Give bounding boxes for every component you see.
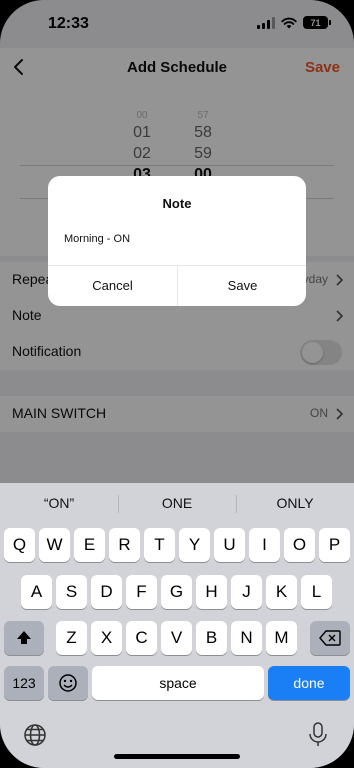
emoji-icon (59, 674, 77, 692)
numbers-key[interactable]: 123 (4, 666, 44, 700)
shift-key[interactable] (4, 621, 44, 655)
key[interactable]: T (144, 528, 175, 562)
suggestion[interactable]: “ON” (0, 495, 118, 511)
key[interactable]: V (161, 621, 192, 655)
key[interactable]: Q (4, 528, 35, 562)
key[interactable]: S (56, 575, 87, 609)
key[interactable]: W (39, 528, 70, 562)
key[interactable]: Z (56, 621, 87, 655)
key[interactable]: O (284, 528, 315, 562)
key[interactable]: J (231, 575, 262, 609)
key[interactable]: L (301, 575, 332, 609)
note-input[interactable]: Morning - ON (64, 233, 130, 245)
shift-icon (17, 631, 31, 644)
backspace-icon (319, 630, 341, 646)
key[interactable]: B (196, 621, 227, 655)
cancel-button[interactable]: Cancel (48, 265, 177, 306)
key[interactable]: K (266, 575, 297, 609)
key[interactable]: H (196, 575, 227, 609)
suggestion[interactable]: ONE (118, 495, 236, 511)
key[interactable]: M (266, 621, 297, 655)
key[interactable]: Y (179, 528, 210, 562)
phone-screen: 12:33 71 Add Schedule Save 00 01 02 03 5… (0, 0, 354, 768)
key[interactable]: A (21, 575, 52, 609)
key[interactable]: U (214, 528, 245, 562)
key[interactable]: C (126, 621, 157, 655)
key[interactable]: I (249, 528, 280, 562)
emoji-key[interactable] (48, 666, 88, 700)
dialog-title: Note (162, 196, 192, 211)
key[interactable]: G (161, 575, 192, 609)
note-dialog: Note Morning - ON Cancel Save (48, 176, 306, 306)
done-key[interactable]: done (268, 666, 350, 700)
globe-icon[interactable] (23, 723, 47, 747)
key[interactable]: R (109, 528, 140, 562)
dialog-save-button[interactable]: Save (178, 265, 306, 306)
key[interactable]: F (126, 575, 157, 609)
delete-key[interactable] (310, 621, 350, 655)
suggestion[interactable]: ONLY (236, 495, 354, 511)
key[interactable]: D (91, 575, 122, 609)
key[interactable]: E (74, 528, 105, 562)
key[interactable]: P (319, 528, 350, 562)
keyboard: “ON” ONE ONLY Q W E R T Y U I O P A S D … (0, 483, 354, 768)
key[interactable]: N (231, 621, 262, 655)
suggestion-bar: “ON” ONE ONLY (0, 483, 354, 523)
key[interactable]: X (91, 621, 122, 655)
microphone-icon[interactable] (308, 722, 328, 748)
home-indicator[interactable] (114, 754, 240, 759)
space-key[interactable]: space (92, 666, 264, 700)
